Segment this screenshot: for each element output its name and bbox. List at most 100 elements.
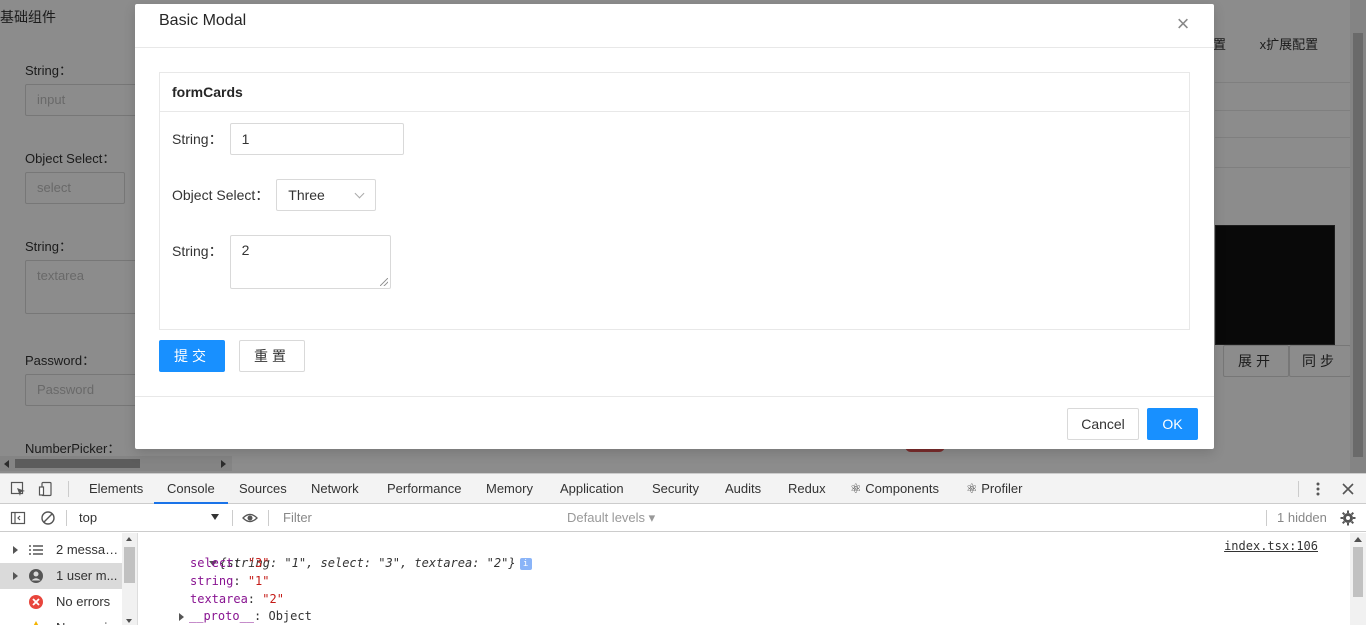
- modal-header: Basic Modal: [135, 4, 1214, 48]
- reset-button[interactable]: 重置: [239, 340, 305, 372]
- property-value: "2": [262, 592, 284, 606]
- scroll-down-icon[interactable]: [126, 619, 132, 623]
- form-buttons: 提交 重置: [159, 340, 305, 372]
- proto-key: __proto__: [189, 609, 255, 623]
- user-icon: [29, 569, 43, 583]
- divider: [66, 510, 67, 526]
- tab-profiler[interactable]: ⚛ Profiler: [966, 474, 1022, 504]
- sidebar-item-label: No warni...: [56, 615, 122, 625]
- chevron-down-icon: [354, 188, 365, 199]
- tab-performance[interactable]: Performance: [387, 474, 461, 504]
- scroll-thumb[interactable]: [1353, 547, 1363, 597]
- devtools-tabbar: Elements Console Sources Network Perform…: [0, 474, 1366, 504]
- tab-sources[interactable]: Sources: [239, 474, 287, 504]
- divider: [268, 510, 269, 526]
- property-value: "3": [247, 556, 270, 570]
- basic-modal: Basic Modal × formCards String： 1 Object…: [135, 4, 1214, 449]
- property-key: select: [190, 556, 234, 570]
- object-select-field[interactable]: Three: [276, 179, 377, 211]
- form-card: formCards String： 1 Object Select： Three…: [159, 72, 1190, 330]
- string-field-row: String： 1: [172, 123, 404, 155]
- close-icon[interactable]: ×: [1168, 9, 1198, 39]
- context-value: top: [79, 510, 98, 525]
- cancel-button[interactable]: Cancel: [1067, 408, 1139, 440]
- sidebar-item-user-messages[interactable]: 1 user m...: [0, 563, 122, 589]
- tab-network[interactable]: Network: [311, 474, 359, 504]
- select-value: Three: [288, 187, 325, 203]
- close-devtools-icon[interactable]: [1340, 481, 1356, 497]
- modal-body: formCards String： 1 Object Select： Three…: [135, 48, 1214, 354]
- console-sidebar: 2 messag... 1 user m... No errors No war…: [0, 533, 138, 625]
- tab-audits[interactable]: Audits: [725, 474, 761, 504]
- tab-redux[interactable]: Redux: [788, 474, 826, 504]
- expand-arrow-icon[interactable]: [179, 612, 184, 621]
- scroll-thumb[interactable]: [124, 547, 135, 583]
- divider: [68, 481, 69, 497]
- scroll-up-icon[interactable]: [1354, 537, 1362, 542]
- more-options-icon[interactable]: [1310, 481, 1326, 497]
- select-field-label: Object Select：: [172, 187, 270, 203]
- sidebar-item-warnings[interactable]: No warni...: [0, 615, 122, 625]
- summary-close: }: [508, 556, 516, 570]
- tab-application[interactable]: Application: [560, 474, 624, 504]
- tab-console[interactable]: Console: [154, 474, 228, 504]
- sidebar-item-messages[interactable]: 2 messag...: [0, 537, 122, 563]
- tab-security[interactable]: Security: [652, 474, 699, 504]
- filter-input[interactable]: Filter: [277, 507, 559, 529]
- log-levels-dropdown[interactable]: Default levels ▾: [567, 504, 655, 532]
- log-property: select: "3": [190, 556, 270, 570]
- textarea-value: 2: [241, 242, 250, 258]
- divider: [1266, 510, 1267, 526]
- tab-components[interactable]: ⚛ Components: [850, 474, 939, 504]
- context-selector[interactable]: top: [70, 506, 225, 529]
- warning-icon: [33, 621, 39, 625]
- resize-handle-icon[interactable]: [379, 278, 388, 286]
- log-property: textarea: "2": [190, 592, 284, 606]
- sidebar-item-label: No errors: [56, 594, 111, 609]
- device-toggle-icon[interactable]: [38, 481, 54, 497]
- textarea-field-row: String： 2: [172, 235, 391, 289]
- console-scrollbar[interactable]: [1350, 533, 1366, 625]
- modal-title: Basic Modal: [159, 12, 247, 29]
- gear-icon[interactable]: [1340, 510, 1356, 526]
- card-title: formCards: [160, 73, 1189, 112]
- source-link[interactable]: index.tsx:106: [1224, 539, 1318, 553]
- property-key: string: [190, 574, 234, 588]
- ok-button[interactable]: OK: [1147, 408, 1198, 440]
- textarea-field-label: String：: [172, 243, 223, 259]
- property-value: "1": [247, 574, 270, 588]
- info-icon: i: [519, 557, 532, 570]
- proto-value: Object: [268, 609, 312, 623]
- textarea-field[interactable]: 2: [229, 235, 391, 289]
- tab-memory[interactable]: Memory: [486, 474, 533, 504]
- clear-console-icon[interactable]: [40, 510, 56, 526]
- expand-arrow-icon[interactable]: [13, 572, 18, 580]
- log-property: string: "1": [190, 574, 270, 588]
- string-field-input[interactable]: 1: [229, 123, 404, 155]
- submit-button[interactable]: 提交: [159, 340, 225, 372]
- divider: [232, 510, 233, 526]
- console-output: {string: "1", select: "3", textarea: "2"…: [139, 533, 1350, 625]
- modal-footer: Cancel OK: [135, 396, 1214, 449]
- sidebar-scrollbar[interactable]: [122, 533, 137, 625]
- divider: [1298, 481, 1299, 497]
- list-icon: [29, 545, 43, 555]
- eye-icon[interactable]: [242, 510, 258, 526]
- tab-elements[interactable]: Elements: [89, 474, 143, 504]
- property-key: textarea: [190, 592, 248, 606]
- console-toolbar: top Filter Default levels ▾ 1 hidden: [0, 504, 1366, 532]
- expand-arrow-icon[interactable]: [13, 546, 18, 554]
- sidebar-toggle-icon[interactable]: [10, 510, 26, 526]
- log-proto[interactable]: __proto__: Object: [179, 608, 312, 625]
- sidebar-item-label: 1 user m...: [56, 568, 118, 583]
- string-field-label: String：: [172, 131, 223, 147]
- sidebar-item-label: 2 messag...: [56, 542, 122, 557]
- select-field-row: Object Select： Three: [172, 179, 377, 211]
- hidden-count: 1 hidden: [1277, 510, 1327, 525]
- scroll-up-icon[interactable]: [126, 537, 132, 541]
- error-icon: [29, 595, 43, 609]
- dropdown-arrow-icon: [211, 514, 219, 520]
- devtools-panel: Elements Console Sources Network Perform…: [0, 473, 1366, 625]
- sidebar-item-errors[interactable]: No errors: [0, 589, 122, 615]
- inspect-icon[interactable]: [10, 481, 26, 497]
